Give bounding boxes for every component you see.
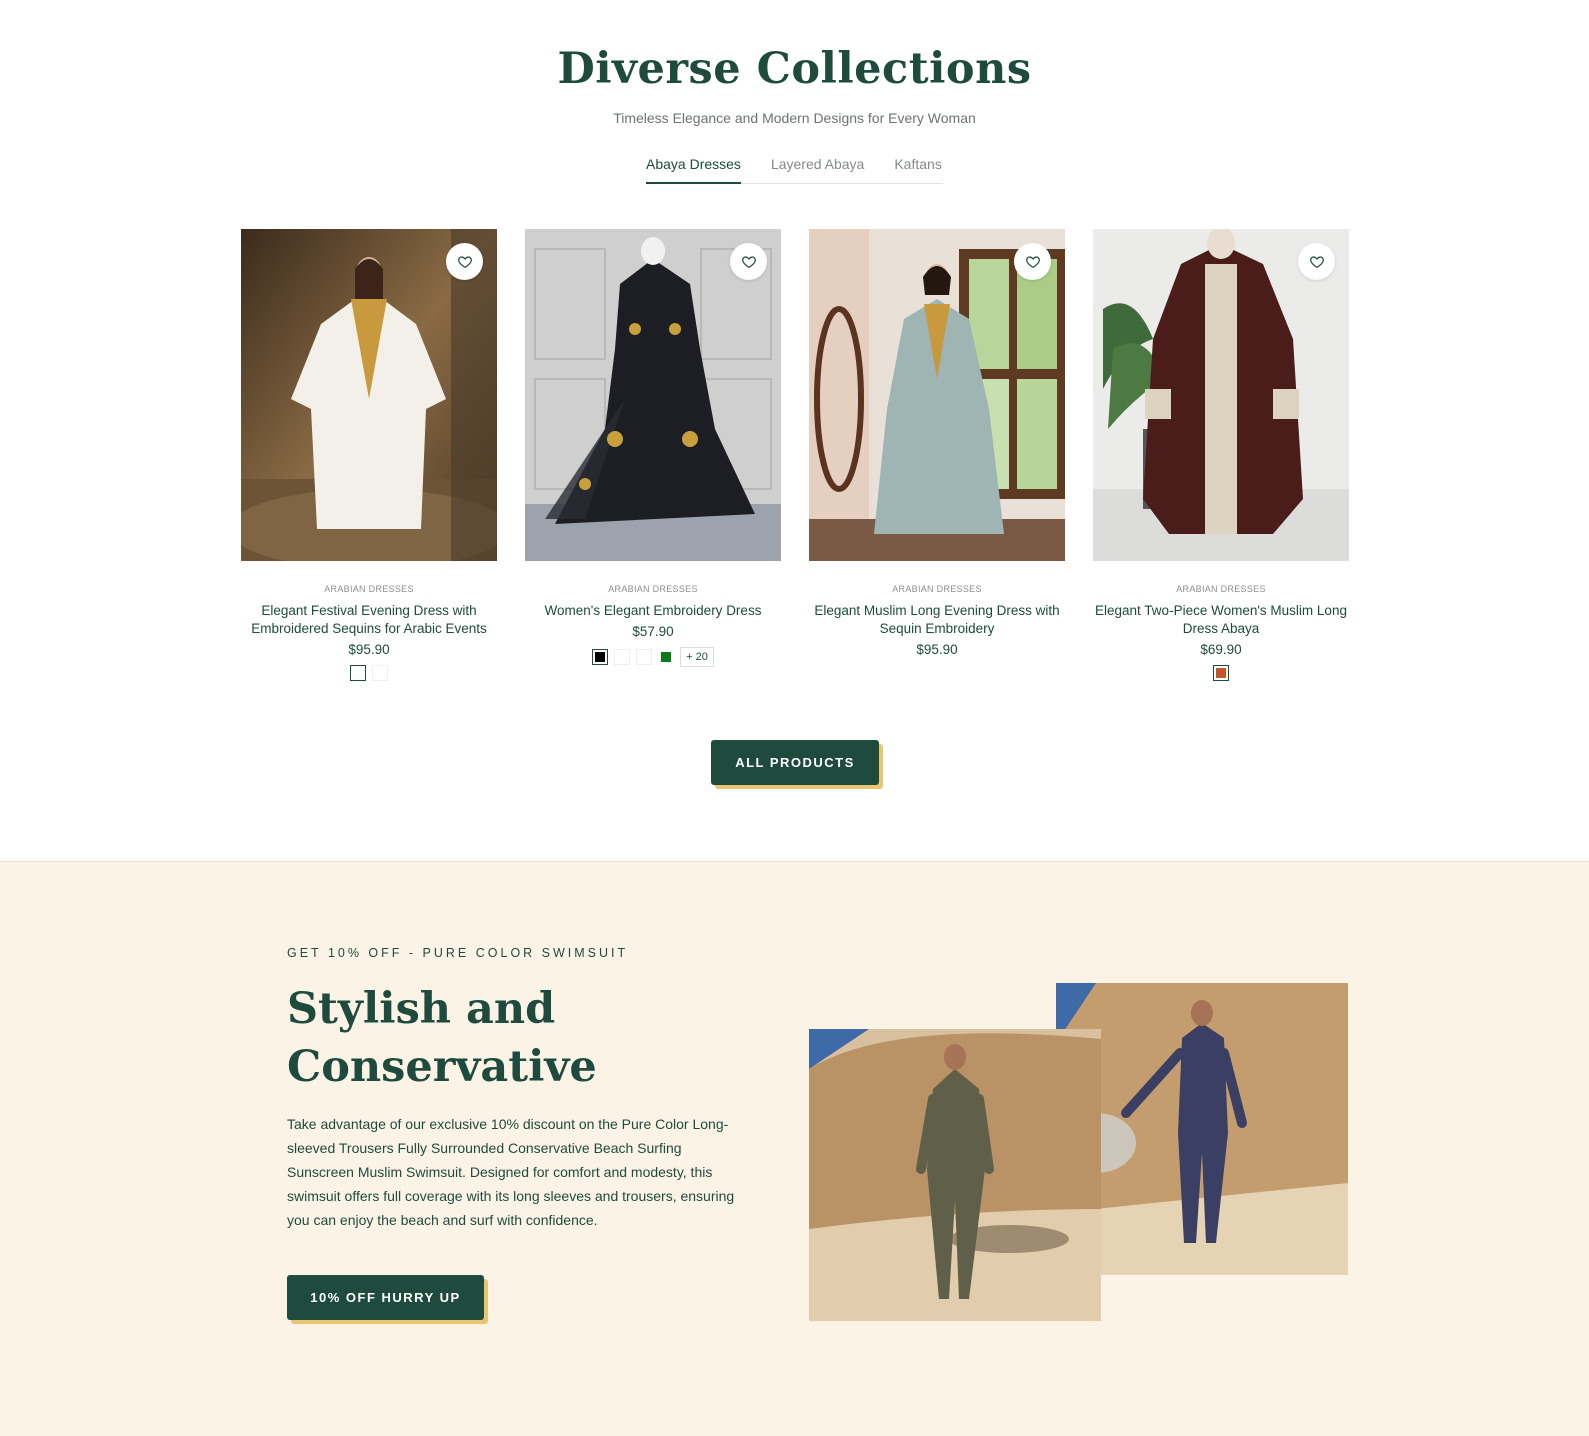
product-title[interactable]: Elegant Two-Piece Women's Muslim Long Dr… [1093,602,1349,638]
product-price: $95.90 [348,642,390,657]
product-category: ARABIAN DRESSES [608,584,698,594]
product-image[interactable] [241,229,497,561]
product-title[interactable]: Elegant Festival Evening Dress with Embr… [241,602,497,638]
product-title[interactable]: Women's Elegant Embroidery Dress [525,602,781,620]
more-colors-badge[interactable]: + 20 [680,647,714,667]
color-swatch[interactable] [658,649,675,665]
color-swatch[interactable] [372,665,388,681]
color-swatch[interactable] [636,649,653,665]
promo-description: Take advantage of our exclusive 10% disc… [287,1116,735,1228]
heart-icon [1309,255,1324,268]
promo-eyebrow: GET 10% OFF - PURE COLOR SWIMSUIT [287,946,629,960]
promo-title-line1: Stylish and [287,984,556,1034]
color-swatch[interactable] [1213,665,1229,681]
color-swatches [241,665,497,681]
promo-image-olive-swimsuit [809,1029,1101,1321]
product-card[interactable]: ARABIAN DRESSES Elegant Muslim Long Even… [809,229,1065,657]
section-subtitle: Timeless Elegance and Modern Designs for… [613,110,976,126]
promo-title: Stylish and Conservative [287,980,737,1096]
product-image[interactable] [525,229,781,561]
collection-tabs: Abaya Dresses Layered Abaya Kaftans [646,156,943,184]
promo-section: GET 10% OFF - PURE COLOR SWIMSUIT Stylis… [0,861,1589,1436]
color-swatches: + 20 [525,647,781,667]
all-products-button[interactable]: ALL PRODUCTS [711,740,879,785]
section-title: Diverse Collections [557,44,1032,94]
heart-icon [1025,255,1040,268]
tab-kaftans[interactable]: Kaftans [894,156,941,183]
product-price: $95.90 [916,642,958,657]
heart-icon [741,255,756,268]
product-category: ARABIAN DRESSES [324,584,414,594]
product-image[interactable] [1093,229,1349,561]
promo-cta-button[interactable]: 10% OFF HURRY UP [287,1275,484,1320]
product-image[interactable] [809,229,1065,561]
product-card[interactable]: ARABIAN DRESSES Elegant Festival Evening… [241,229,497,681]
wishlist-button[interactable] [1298,243,1335,280]
product-card[interactable]: ARABIAN DRESSES Elegant Two-Piece Women'… [1093,229,1349,681]
color-swatch[interactable] [614,649,631,665]
product-price: $57.90 [632,624,674,639]
promo-photo [809,1029,1101,1321]
product-title[interactable]: Elegant Muslim Long Evening Dress with S… [809,602,1065,638]
product-price: $69.90 [1200,642,1242,657]
color-swatch[interactable] [350,665,366,681]
promo-title-line2: Conservative [287,1042,597,1092]
color-swatch[interactable] [592,649,609,665]
product-grid: ARABIAN DRESSES Elegant Festival Evening… [241,229,1349,689]
collections-section: Diverse Collections Timeless Elegance an… [0,0,1589,861]
product-category: ARABIAN DRESSES [892,584,982,594]
heart-icon [457,255,472,268]
tab-layered-abaya[interactable]: Layered Abaya [771,156,864,183]
tab-abaya-dresses[interactable]: Abaya Dresses [646,156,741,184]
product-category: ARABIAN DRESSES [1176,584,1266,594]
color-swatches [1093,665,1349,681]
product-card[interactable]: ARABIAN DRESSES Women's Elegant Embroide… [525,229,781,667]
wishlist-button[interactable] [446,243,483,280]
wishlist-button[interactable] [1014,243,1051,280]
wishlist-button[interactable] [730,243,767,280]
